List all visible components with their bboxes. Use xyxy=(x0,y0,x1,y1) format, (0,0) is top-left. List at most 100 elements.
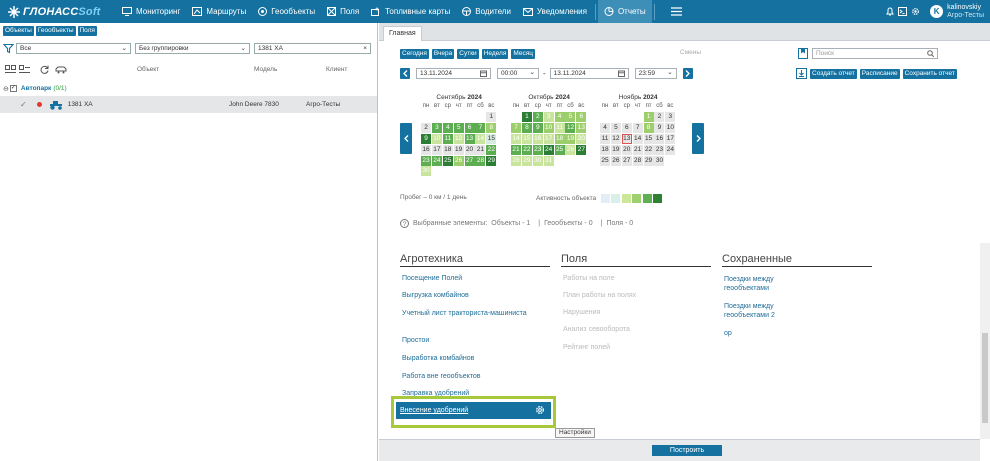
calendar-day[interactable]: 10 xyxy=(665,122,676,133)
calendar-day[interactable]: 2 xyxy=(532,112,543,122)
calendar-day[interactable]: 5 xyxy=(565,112,576,122)
calendar-day[interactable]: 8 xyxy=(643,122,654,133)
calendar-day[interactable]: 9 xyxy=(532,122,543,133)
report-tractor-sheet[interactable]: Учетный лист тракториста-машиниста xyxy=(402,309,527,318)
calendar-day[interactable]: 22 xyxy=(486,144,497,155)
calendar-day[interactable]: 20 xyxy=(621,144,632,155)
calendar-day[interactable]: 30 xyxy=(532,155,543,166)
calendar-day[interactable]: 9 xyxy=(421,133,431,144)
search-icon[interactable] xyxy=(927,50,934,57)
tab-objects[interactable]: Объекты xyxy=(3,26,34,36)
calendar-day[interactable]: 23 xyxy=(421,155,431,166)
nav-drivers[interactable]: Водители xyxy=(456,0,517,23)
terminal-icon[interactable] xyxy=(898,7,908,16)
calendar-day[interactable]: 15 xyxy=(521,133,532,144)
calendar-day[interactable]: 2 xyxy=(421,122,431,133)
calendar-day[interactable]: 7 xyxy=(511,122,521,133)
tab-geoobjects[interactable]: Геообъекты xyxy=(35,26,76,36)
vehicle-icon[interactable] xyxy=(55,66,67,74)
group-checkbox[interactable]: ✓ xyxy=(9,85,17,92)
calendar-day[interactable]: 23 xyxy=(532,144,543,155)
calendar-day[interactable]: 17 xyxy=(665,133,676,144)
calendar-day[interactable]: 23 xyxy=(654,144,665,155)
saved-report-trips[interactable]: Поездки между геообъектами xyxy=(724,275,814,293)
calendar-day[interactable]: 10 xyxy=(543,122,554,133)
calendar-day[interactable]: 20 xyxy=(464,144,475,155)
clear-icon[interactable]: × xyxy=(363,44,367,53)
calendar-day[interactable]: 7 xyxy=(475,122,486,133)
report-outside-geo[interactable]: Работа вне геообъектов xyxy=(402,373,480,380)
nav-monitoring[interactable]: Мониторинг xyxy=(116,0,186,23)
calendar-icon[interactable] xyxy=(480,70,487,77)
calendar-day[interactable]: 24 xyxy=(543,144,554,155)
calendar-day[interactable]: 6 xyxy=(621,122,632,133)
report-combine-output[interactable]: Выработка комбайнов xyxy=(402,355,474,362)
calendar-day[interactable]: 26 xyxy=(565,144,576,155)
calendar-day[interactable]: 25 xyxy=(442,155,453,166)
to-time-select[interactable]: 23:59 ⌄ xyxy=(634,68,677,79)
calendar-day[interactable]: 18 xyxy=(554,133,565,144)
calendar-day[interactable]: 26 xyxy=(453,155,464,166)
scrollbar-thumb[interactable] xyxy=(982,333,988,423)
calendar-day[interactable]: 11 xyxy=(442,133,453,144)
calendar-next-button[interactable] xyxy=(692,123,704,154)
period-day-button[interactable]: Сутки xyxy=(457,49,479,59)
calendar-day[interactable]: 19 xyxy=(610,144,621,155)
calendar-day[interactable]: 26 xyxy=(610,155,621,166)
calendar-day[interactable]: 13 xyxy=(576,122,587,133)
calendar-day[interactable]: 31 xyxy=(543,155,554,166)
calendar-day[interactable]: 2 xyxy=(654,112,665,122)
calendar-day[interactable]: 12 xyxy=(565,122,576,133)
calendar-day[interactable]: 3 xyxy=(431,122,442,133)
save-report-button[interactable]: Сохранить отчет xyxy=(902,68,957,79)
calendar-day[interactable]: 9 xyxy=(654,122,665,133)
type-select[interactable]: Все ⌄ xyxy=(16,42,131,54)
calendar-day[interactable]: 6 xyxy=(464,122,475,133)
calendar-day[interactable]: 19 xyxy=(565,133,576,144)
calendar-day[interactable]: 28 xyxy=(475,155,486,166)
calendar-day[interactable]: 11 xyxy=(554,122,565,133)
report-combine-unload[interactable]: Выгрузка комбайнов xyxy=(402,292,469,299)
calendar-day[interactable]: 11 xyxy=(600,133,610,144)
calendar-day[interactable]: 4 xyxy=(554,112,565,122)
calendar-day[interactable]: 17 xyxy=(543,133,554,144)
calendar-day[interactable]: 16 xyxy=(654,133,665,144)
bell-icon[interactable] xyxy=(886,7,895,16)
refresh-icon[interactable] xyxy=(40,65,49,74)
calendar-day[interactable]: 5 xyxy=(453,122,464,133)
calendar-day[interactable]: 27 xyxy=(621,155,632,166)
calendar-day[interactable]: 14 xyxy=(632,133,643,144)
calendar-day[interactable]: 28 xyxy=(511,155,521,166)
selected-objects[interactable]: Объекты - 1 xyxy=(491,220,530,227)
table-row[interactable]: ✓ 1381 ХА John Deere 7830 Агро-Тесты xyxy=(0,96,377,113)
bookmark-icon[interactable] xyxy=(798,48,808,59)
calendar-day[interactable]: 25 xyxy=(600,155,610,166)
column-model[interactable]: Модель xyxy=(254,66,277,73)
calendar-day[interactable]: 27 xyxy=(464,155,475,166)
calendar-day[interactable]: 22 xyxy=(643,144,654,155)
calendar-day[interactable]: 27 xyxy=(576,144,587,155)
calendar-day[interactable]: 10 xyxy=(431,133,442,144)
help-icon[interactable]: ? xyxy=(400,219,409,228)
download-icon[interactable] xyxy=(796,68,807,79)
calendar-day[interactable]: 30 xyxy=(654,155,665,166)
next-period-button[interactable] xyxy=(682,68,693,79)
period-month-button[interactable]: Месяц xyxy=(511,49,535,59)
calendar-day[interactable]: 1 xyxy=(521,112,532,122)
gear-icon[interactable] xyxy=(911,7,920,16)
calendar-prev-button[interactable] xyxy=(400,123,412,154)
schedule-button[interactable]: Расписание xyxy=(859,68,900,79)
column-client[interactable]: Клиент xyxy=(326,66,347,73)
calendar-day[interactable]: 17 xyxy=(431,144,442,155)
from-date-input[interactable]: 13.11.2024 xyxy=(416,68,491,79)
report-search-input[interactable]: Поиск xyxy=(812,48,938,59)
calendar-day[interactable]: 30 xyxy=(421,166,431,177)
calendar-day[interactable]: 18 xyxy=(600,144,610,155)
calendar-day[interactable]: 8 xyxy=(521,122,532,133)
period-week-button[interactable]: Неделя xyxy=(481,49,509,59)
calendar-day[interactable]: 24 xyxy=(665,144,676,155)
object-search-input[interactable]: 1381 ХА × xyxy=(254,42,371,54)
grouping-select[interactable]: Без группировки ⌄ xyxy=(135,42,250,54)
collapse-all-icon[interactable] xyxy=(19,65,30,74)
from-time-select[interactable]: 00:00 ⌄ xyxy=(497,68,539,79)
